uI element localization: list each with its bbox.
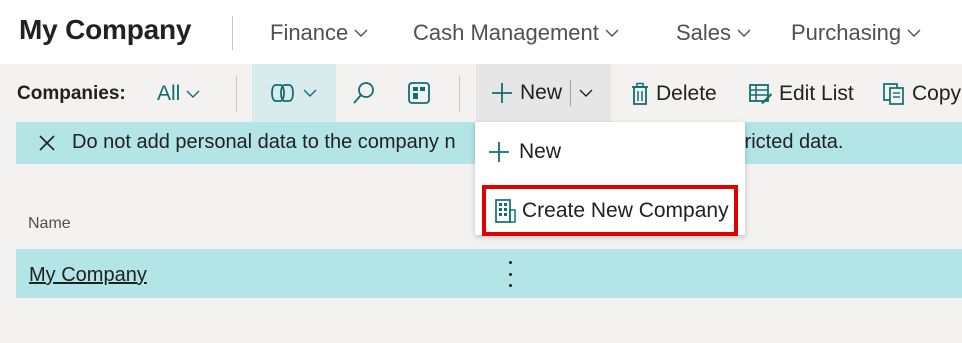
nav-purchasing[interactable]: Purchasing [791,20,923,46]
nav-sales[interactable]: Sales [676,20,753,46]
top-bar: My Company Finance Cash Management Sales… [0,0,962,64]
split-divider [570,80,572,106]
toolbar-divider [459,76,460,112]
chevron-down-icon [907,29,921,37]
new-button-label: New [520,81,563,104]
plus-icon [489,142,509,162]
column-header-name[interactable]: Name [28,215,71,233]
row-more-options-icon[interactable] [500,261,520,287]
toolbar-divider [236,76,237,112]
menu-item-new-label: New [519,140,562,163]
company-name-link[interactable]: My Company [29,264,147,287]
delete-button-label: Delete [656,82,717,105]
delete-button[interactable]: Delete [630,82,717,106]
close-icon[interactable] [37,133,57,153]
menu-item-create-new-company[interactable]: Create New Company [482,185,738,236]
new-button[interactable]: New [476,64,611,122]
analysis-mode-button[interactable] [405,79,433,107]
filter-value: All [157,82,181,105]
nav-sales-label: Sales [676,20,732,45]
copilot-icon [271,84,294,102]
nav-finance-label: Finance [270,20,349,45]
copy-icon [883,83,904,105]
menu-item-create-label: Create New Company [522,198,729,222]
nav-purchasing-label: Purchasing [791,20,902,45]
copy-button-label: Copy [912,82,962,105]
trash-icon [632,82,648,105]
companies-label: Companies: [17,83,126,104]
chevron-down-icon[interactable] [577,84,595,102]
copilot-button[interactable] [252,64,336,122]
table-row[interactable] [16,249,962,298]
building-icon [495,198,516,223]
chevron-down-icon [605,29,619,37]
edit-list-button-label: Edit List [779,82,854,105]
menu-item-new[interactable]: New [487,140,561,164]
companies-filter-dropdown[interactable]: All [157,82,202,106]
chevron-down-icon [737,29,751,37]
edit-list-button[interactable]: Edit List [749,82,854,106]
edit-list-icon [749,84,772,104]
chevron-down-icon [354,29,368,37]
plus-icon [492,83,512,103]
nav-cash-management[interactable]: Cash Management [413,20,621,46]
title-separator [232,16,233,50]
copy-button[interactable]: Copy [882,82,961,106]
nav-finance[interactable]: Finance [270,20,370,46]
search-icon [353,82,374,104]
chevron-down-icon [186,90,200,98]
nav-cash-management-label: Cash Management [413,20,599,45]
search-button[interactable] [350,79,378,107]
company-title[interactable]: My Company [19,14,191,46]
analysis-icon [408,82,430,104]
chevron-down-icon [303,89,317,97]
